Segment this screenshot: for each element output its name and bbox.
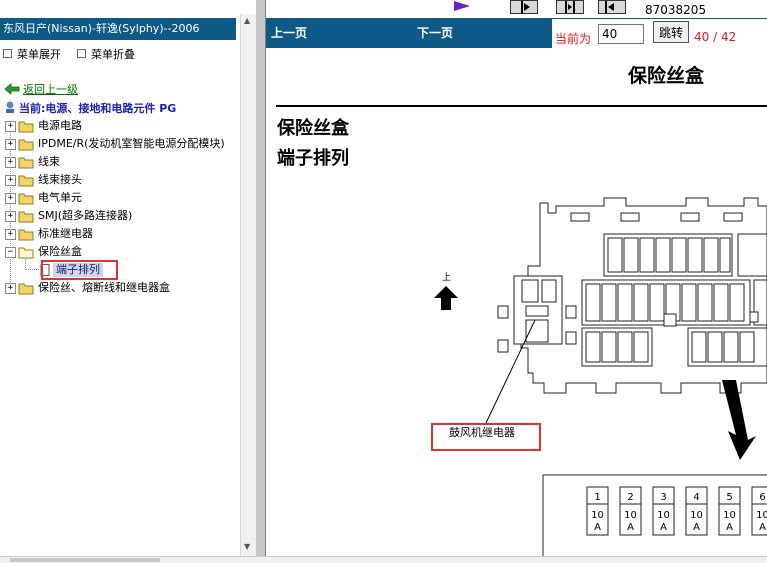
- prev-page-link[interactable]: 上一页: [271, 24, 307, 41]
- folder-icon: [18, 139, 34, 151]
- tree-item-label: SMJ(超多路连接器): [38, 209, 133, 222]
- folder-icon: [18, 193, 34, 205]
- menu-expand-button[interactable]: 菜单展开: [3, 46, 61, 62]
- fuse-unit: A: [693, 522, 700, 533]
- vehicle-title: 东风日产(Nissan)-轩逸(Sylphy)--2006: [0, 18, 236, 40]
- tree-line: [10, 126, 11, 288]
- menu-collapse-button[interactable]: 菜单折叠: [77, 46, 135, 62]
- fuse-amperage: 10: [624, 510, 637, 521]
- document-code: 87038205: [645, 3, 707, 17]
- fuse-number: 6: [759, 492, 765, 503]
- expand-toggle-icon[interactable]: +: [5, 229, 16, 240]
- collapse-toggle-icon[interactable]: −: [5, 247, 16, 258]
- fuse-amperage: 10: [591, 510, 604, 521]
- page-count: 40 / 42: [694, 30, 737, 44]
- fuse-amperage: 10: [756, 510, 767, 521]
- menu-tree-pane: 东风日产(Nissan)-轩逸(Sylphy)--2006 菜单展开 菜单折叠 …: [0, 0, 256, 556]
- jump-button[interactable]: 跳转: [653, 21, 689, 43]
- scroll-down-icon[interactable]: ▼: [244, 542, 250, 551]
- tree-item-label: 保险丝盒: [38, 245, 82, 258]
- up-arrow-icon: [434, 286, 458, 310]
- tree-item-label: 线束接头: [38, 173, 82, 186]
- fuse-number: 1: [594, 492, 600, 503]
- folder-icon: [18, 247, 34, 259]
- folder-icon: [18, 283, 34, 295]
- folder-icon: [18, 229, 34, 241]
- expand-toggle-icon[interactable]: +: [5, 283, 16, 294]
- folder-icon: [18, 175, 34, 187]
- callout-label: 鼓风机继电器: [449, 425, 515, 439]
- expand-toggle-icon[interactable]: +: [5, 211, 16, 222]
- scroll-thumb[interactable]: [10, 558, 160, 562]
- current-location: 当前:电源、接地和电路元件 PG: [4, 100, 176, 116]
- fuse-amperage: 10: [690, 510, 703, 521]
- folder-icon: [18, 121, 34, 133]
- fuse-unit: A: [726, 522, 733, 533]
- up-label: 上: [442, 272, 451, 283]
- scroll-up-icon[interactable]: ▲: [244, 16, 250, 25]
- nav-back-icon[interactable]: [598, 0, 626, 14]
- expand-toggle-icon[interactable]: +: [5, 121, 16, 132]
- tree-item-label: 电源电路: [38, 119, 82, 132]
- fuse-amperage: 10: [657, 510, 670, 521]
- expand-toggle-icon[interactable]: +: [5, 157, 16, 168]
- horizontal-scrollbar[interactable]: [0, 556, 767, 563]
- nav-forward-icon[interactable]: [510, 0, 538, 14]
- expand-icon: [3, 49, 12, 58]
- tree-item-label: IPDME/R(发动机室智能电源分配模块): [38, 137, 225, 150]
- page-number-input[interactable]: [598, 24, 644, 44]
- fuse-unit: A: [627, 522, 634, 533]
- play-icon[interactable]: [452, 0, 472, 12]
- fuse-amperage: 10: [723, 510, 736, 521]
- pane-divider[interactable]: [256, 0, 266, 556]
- back-link[interactable]: 返回上一级: [23, 83, 78, 96]
- computer-icon: [6, 101, 14, 113]
- folder-icon: [18, 157, 34, 169]
- expand-toggle-icon[interactable]: +: [5, 139, 16, 150]
- collapse-icon: [77, 49, 86, 58]
- highlight-box: [41, 260, 118, 280]
- tree-vertical-scrollbar[interactable]: ▲ ▼: [240, 14, 256, 556]
- fuse-box-diagram: 上 鼓风机继电器 110A210A310A410A510A610A: [431, 197, 767, 556]
- back-arrow-icon: [4, 83, 20, 95]
- fuse-number: 4: [693, 492, 699, 503]
- tree-item-label: 标准继电器: [38, 227, 93, 240]
- nav-split-icon[interactable]: [556, 0, 584, 14]
- expand-toggle-icon[interactable]: +: [5, 175, 16, 186]
- folder-icon: [18, 211, 34, 223]
- document-view: 保险丝盒 保险丝盒 端子排列 上 鼓风机继电器 1 10 A 2 10 A 3 …: [266, 48, 767, 556]
- fuse-unit: A: [660, 522, 667, 533]
- fuse-unit: A: [594, 522, 601, 533]
- tree-line: [25, 269, 39, 270]
- fuse-unit: A: [759, 522, 766, 533]
- next-page-link[interactable]: 下一页: [417, 24, 453, 41]
- current-page-label: 当前为: [555, 32, 592, 46]
- expand-toggle-icon[interactable]: +: [5, 193, 16, 204]
- back-row[interactable]: 返回上一级: [4, 81, 78, 97]
- tree-item-label: 线束: [38, 155, 60, 168]
- fuse-number: 5: [726, 492, 732, 503]
- fuse-number: 2: [627, 492, 633, 503]
- fuse-number: 3: [660, 492, 666, 503]
- tree-item-label: 保险丝、熔断线和继电器盒: [38, 281, 170, 294]
- tree-item-label: 电气单元: [38, 191, 82, 204]
